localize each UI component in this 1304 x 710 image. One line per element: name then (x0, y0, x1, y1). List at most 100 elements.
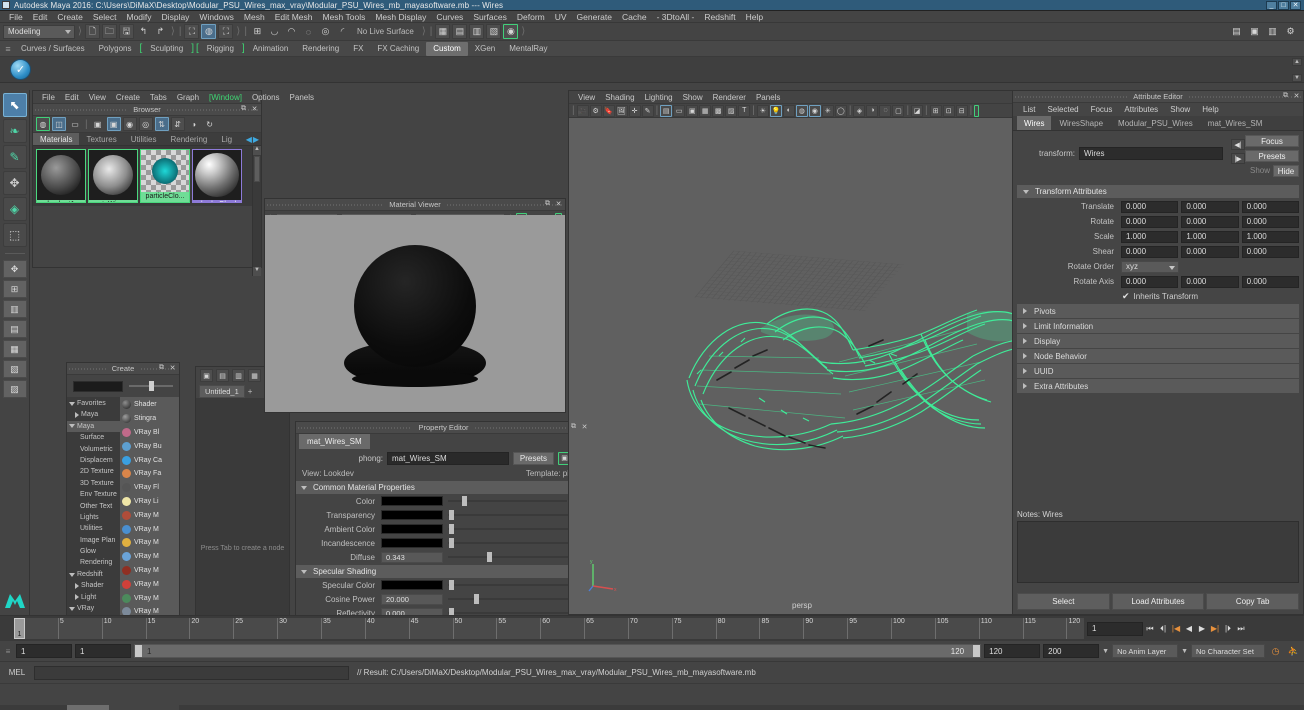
use-default-lighting-icon[interactable]: ☀ (756, 104, 769, 117)
list-item[interactable]: VRay Li (120, 495, 179, 509)
browser-tab-textures[interactable]: Textures (79, 133, 123, 145)
step-forward-key-icon[interactable]: |⏵ (1222, 621, 1234, 636)
menu-item-modify[interactable]: Modify (122, 11, 157, 23)
property-editor-tab[interactable]: mat_Wires_SM (299, 434, 370, 449)
snap-point-icon[interactable]: ◠ (284, 24, 299, 39)
list-item[interactable]: VRay M (120, 508, 179, 522)
sort-reverse-icon[interactable]: ⇵ (170, 117, 185, 131)
material-swatch-grid[interactable]: lambert1 mat_Wires ... particleClo... sh… (33, 146, 252, 206)
playback-controls[interactable]: 1 ⏮ ⏴| |◀ ◀ ▶ ▶| |⏵ ⏭ (1084, 616, 1304, 641)
shelf-tab-mentalray[interactable]: MentalRay (502, 42, 554, 56)
property-row-diffuse[interactable]: Diffuse 0.343 (296, 550, 591, 564)
tree-node[interactable]: 2D Texture (67, 466, 120, 477)
shelf-tab-animation[interactable]: Animation (246, 42, 296, 56)
browser-tab-row[interactable]: Materials Textures Utilities Rendering L… (33, 133, 261, 146)
shelf-scroll-down-icon[interactable]: ▼ (1292, 74, 1302, 82)
select-by-object-icon[interactable]: ◍ (201, 24, 217, 39)
workspace-selector-icon[interactable]: ▤ (1229, 24, 1244, 39)
menu-item-help[interactable]: Help (741, 11, 768, 23)
vp-menu-view[interactable]: View (573, 91, 600, 104)
snap-projected-icon[interactable]: ◌ (301, 24, 316, 39)
shelf-tab-xgen[interactable]: XGen (468, 42, 502, 56)
textured-icon[interactable]: ▩ (712, 104, 725, 117)
tree-node[interactable]: 3D Texture (67, 478, 120, 489)
main-menu-bar[interactable]: File Edit Create Select Modify Display W… (0, 11, 1304, 23)
hs-menu-graph[interactable]: Graph (172, 91, 204, 104)
list-item[interactable]: VRay M (120, 536, 179, 550)
shelf-contents[interactable]: ✓ ▲ ▼ (0, 57, 1304, 83)
property-row-cosine-power[interactable]: Cosine Power 20.000 (296, 592, 591, 606)
close-icon[interactable]: ✕ (580, 423, 589, 431)
section-transform-attributes[interactable]: Transform Attributes (1017, 185, 1299, 198)
vp-menu-shading[interactable]: Shading (600, 91, 639, 104)
attribute-editor-menu-bar[interactable]: List Selected Focus Attributes Show Help (1013, 103, 1303, 116)
slider-knob[interactable] (449, 524, 455, 534)
window-controls[interactable]: _ □ ✕ (1266, 0, 1302, 10)
select-by-component-icon[interactable]: ⛶ (218, 24, 234, 39)
attribute-editor-button-row[interactable]: Select Load Attributes Copy Tab (1017, 593, 1300, 610)
slider-track[interactable] (448, 608, 571, 618)
presets-button[interactable]: Presets (512, 451, 554, 465)
range-slider[interactable]: 1 120 (134, 644, 982, 658)
flat-shade-icon[interactable]: ▣ (686, 104, 699, 117)
shelf-tab-fx-caching[interactable]: FX Caching (370, 42, 426, 56)
list-item[interactable]: VRay Bl (120, 426, 179, 440)
range-slider-bar[interactable]: ≡ 1 1 1 120 120 200 ▼ No Anim Layer ▼ No… (0, 641, 1304, 661)
tree-node[interactable]: Shader (67, 580, 120, 591)
go-to-end-icon[interactable]: ⏭ (1235, 621, 1247, 636)
sort-alpha-icon[interactable]: ⇅ (154, 117, 169, 131)
bookmark-icon[interactable]: 🔖 (602, 104, 615, 117)
four-view-layout-icon[interactable]: ⊞ (2, 280, 27, 298)
cosine-power-field[interactable]: 20.000 (381, 593, 443, 605)
transform-name-input[interactable]: Wires (1079, 147, 1223, 160)
layer-editor-toggle-icon[interactable]: ◉ (503, 24, 519, 39)
smooth-shade-icon[interactable]: ▭ (673, 104, 686, 117)
render-settings-icon[interactable]: ▥ (1265, 24, 1280, 39)
shelf-tab-rendering[interactable]: Rendering (295, 42, 346, 56)
attribute-row-rotate[interactable]: Rotate 0.000 0.000 0.000 (1013, 214, 1303, 229)
output-connections-icon[interactable]: ▣ (106, 117, 121, 131)
tree-node[interactable]: Rendering (67, 557, 120, 568)
collapsed-section-node-behavior[interactable]: Node Behavior (1017, 349, 1299, 363)
menu-item-redshift[interactable]: Redshift (699, 11, 740, 23)
ae-tab-wires[interactable]: Wires (1017, 116, 1052, 130)
tree-node[interactable]: Other Text (67, 501, 120, 512)
undock-icon[interactable]: ⧉ (239, 105, 248, 113)
menu-set-selector[interactable]: Modeling (3, 24, 75, 39)
add-selected-icon[interactable]: ◎ (138, 117, 153, 131)
menu-item-surfaces[interactable]: Surfaces (468, 11, 512, 23)
viewport-menu-bar[interactable]: View Shading Lighting Show Renderer Pane… (569, 91, 1035, 104)
tree-node[interactable]: Favorites (67, 398, 120, 409)
node-layout-icon[interactable]: ▣ (200, 369, 213, 382)
rotate-order-selector[interactable]: xyz (1121, 260, 1179, 273)
play-backwards-icon[interactable]: ◀ (1183, 621, 1195, 636)
tree-node[interactable]: Image Plan (67, 535, 120, 546)
slider-track[interactable] (448, 496, 567, 506)
toolbox[interactable]: ⬉ ❧ ✎ ✥ ◈ ⬚ ✥ ⊞ ▥ ▤ ▦ ▧ ▨ (0, 90, 30, 615)
shelf-grip-icon[interactable]: ≡ (2, 43, 14, 55)
property-row-transparency[interactable]: Transparency (296, 508, 591, 522)
attribute-row-shear[interactable]: Shear 0.000 0.000 0.000 (1013, 244, 1303, 259)
property-editor-title-buttons[interactable]: ⧉ ✕ (569, 423, 589, 431)
slider-track[interactable] (448, 594, 571, 604)
collapsed-section-display[interactable]: Display (1017, 334, 1299, 348)
xray-joints-icon[interactable]: ◌ (879, 104, 892, 117)
section-common-material-properties[interactable]: Common Material Properties (296, 481, 591, 494)
ae-tab-mat-wires-sm[interactable]: mat_Wires_SM (1201, 116, 1270, 130)
attribute-editor-title-buttons[interactable]: ⧉ ✕ (1281, 92, 1301, 100)
tree-node[interactable]: Volumetric (67, 444, 120, 455)
single-perspective-layout-icon[interactable]: ✥ (2, 260, 27, 278)
tree-node[interactable]: Glow (67, 546, 120, 557)
scale-z-field[interactable]: 1.000 (1241, 230, 1299, 243)
attribute-row-rotate-axis[interactable]: Rotate Axis 0.000 0.000 0.000 (1013, 274, 1303, 289)
open-scene-icon[interactable]: 🗀 (101, 24, 117, 39)
material-viewer-title-buttons[interactable]: ⧉ ✕ (543, 200, 563, 208)
ae-tab-wires-shape[interactable]: WiresShape (1052, 116, 1110, 130)
list-item[interactable]: VRay M (120, 577, 179, 591)
range-start-field[interactable]: 1 (16, 644, 72, 658)
hs-menu-tabs[interactable]: Tabs (145, 91, 172, 104)
time-slider-track[interactable]: 1 5 10 15 20 25 30 35 40 45 50 55 60 65 70 75 80 85 90 95 1… (14, 618, 1084, 639)
collapsed-section-extra-attributes[interactable]: Extra Attributes (1017, 379, 1299, 393)
load-attributes-button[interactable]: Load Attributes (1111, 593, 1205, 610)
animation-preferences-icon[interactable]: ⛹ (1286, 644, 1301, 659)
